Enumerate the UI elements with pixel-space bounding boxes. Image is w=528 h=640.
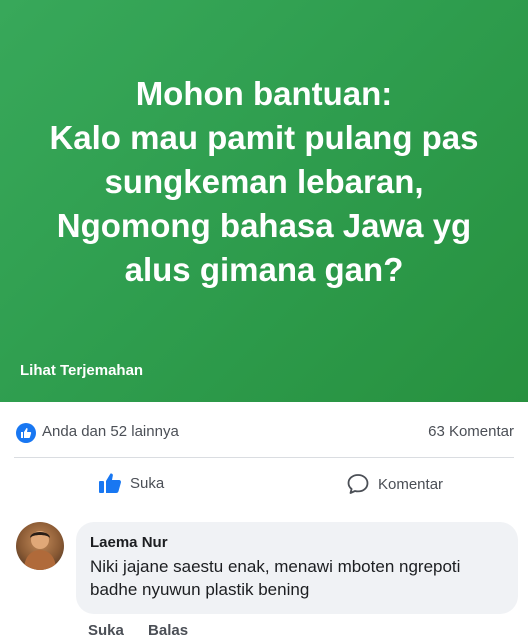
comment-actions: Suka Balas bbox=[88, 622, 208, 639]
post-banner: Mohon bantuan: Kalo mau pamit pulang pas… bbox=[0, 0, 528, 402]
comment-bubble: Laema Nur Niki jajane saestu enak, menaw… bbox=[76, 522, 518, 614]
post-text-line: Kalo mau pamit pulang pas bbox=[49, 119, 479, 156]
comment-reply-link[interactable]: Balas bbox=[148, 622, 188, 639]
avatar[interactable] bbox=[16, 522, 64, 570]
post-text-line: Ngomong bahasa Jawa yg bbox=[56, 207, 472, 244]
see-translation-link[interactable]: Lihat Terjemahan bbox=[20, 362, 143, 379]
comment-icon bbox=[346, 472, 370, 496]
like-button[interactable]: Suka bbox=[98, 472, 164, 494]
post-text: Mohon bantuan: Kalo mau pamit pulang pas… bbox=[20, 72, 508, 292]
comment-item: Laema Nur Niki jajane saestu enak, menaw… bbox=[0, 514, 528, 640]
comment-text: Niki jajane saestu enak, menawi mboten n… bbox=[90, 557, 461, 599]
like-icon bbox=[16, 423, 36, 443]
post-text-line: Mohon bantuan: bbox=[135, 75, 393, 112]
comment-button[interactable]: Komentar bbox=[346, 472, 443, 496]
comment-like-link[interactable]: Suka bbox=[88, 622, 124, 639]
like-label: Suka bbox=[130, 474, 165, 492]
comment-label: Komentar bbox=[378, 475, 444, 493]
comments-count[interactable]: 63 Komentar bbox=[428, 423, 514, 440]
reactions-bar: Anda dan 52 lainnya 63 Komentar bbox=[0, 402, 528, 458]
post-text-line: sungkeman lebaran, bbox=[104, 163, 424, 200]
post-text-line: alus gimana gan? bbox=[124, 251, 404, 288]
reactions-summary[interactable]: Anda dan 52 lainnya bbox=[42, 423, 179, 440]
post-actions: Suka Komentar bbox=[0, 458, 528, 514]
commenter-name[interactable]: Laema Nur bbox=[90, 534, 504, 551]
thumbs-up-icon bbox=[98, 472, 122, 494]
